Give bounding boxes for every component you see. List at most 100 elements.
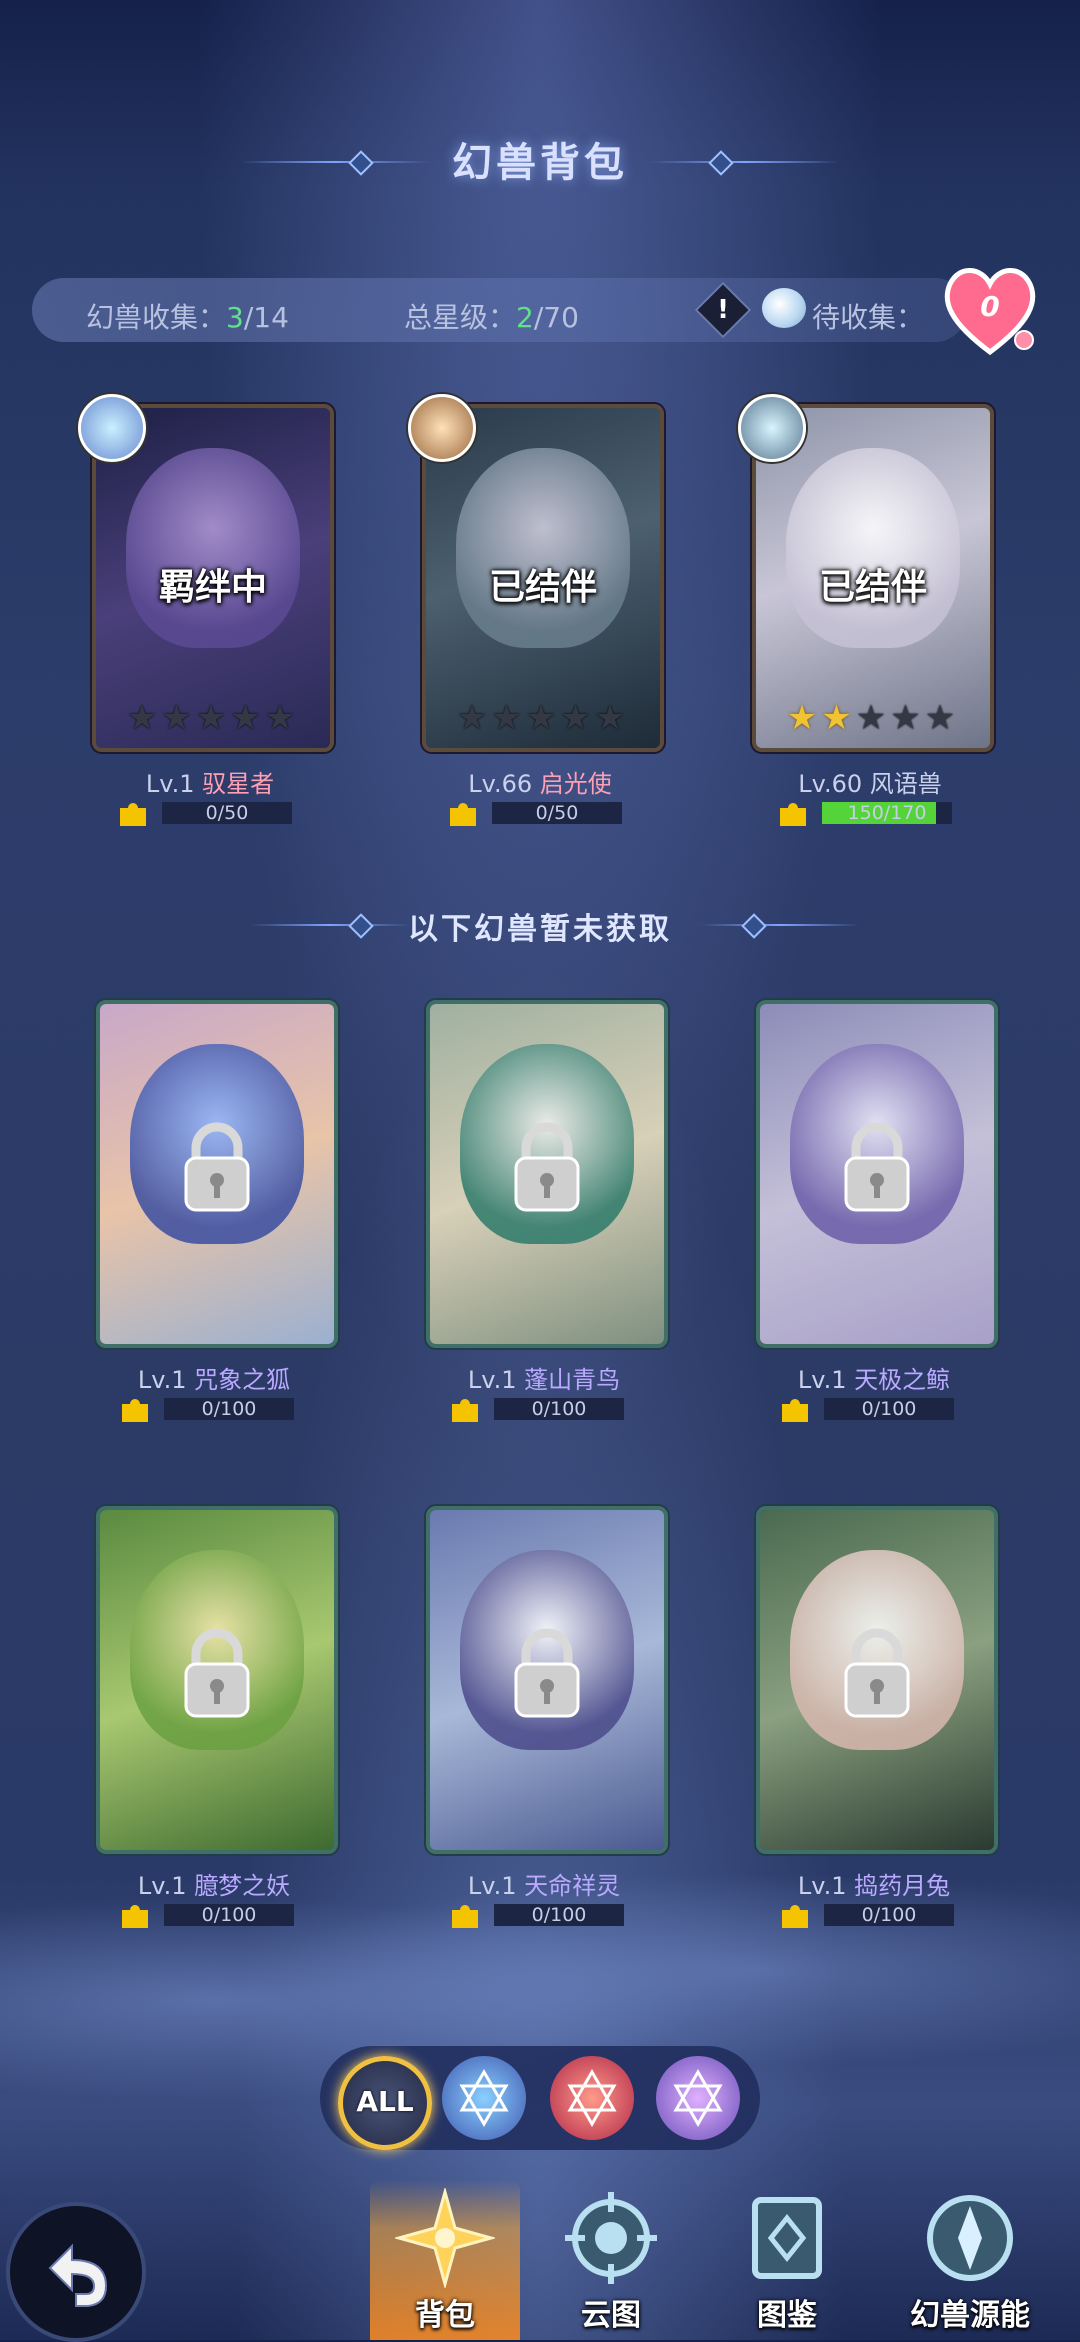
progress-text: 0/50 bbox=[205, 802, 249, 824]
filter-red-button[interactable] bbox=[550, 2056, 634, 2140]
beast-level: Lv.1 bbox=[137, 1366, 187, 1394]
avatar bbox=[408, 394, 476, 462]
tab-codex-label: 图鉴 bbox=[757, 2298, 817, 2333]
progress-bar: 0/50 bbox=[162, 802, 292, 824]
star-hexagram-blue-icon bbox=[459, 2069, 509, 2127]
beast-level: Lv.1 bbox=[797, 1872, 847, 1900]
beast-name: 咒象之狐 bbox=[194, 1366, 291, 1394]
tab-cloud-map[interactable]: 云图 bbox=[536, 2180, 686, 2340]
beast-title: Lv.60 风语兽 bbox=[720, 764, 1020, 799]
collect-total: /14 bbox=[243, 301, 289, 334]
beast-title: Lv.1 臆梦之妖 bbox=[64, 1866, 364, 1901]
beast-title: Lv.1 驭星者 bbox=[60, 764, 360, 799]
progress-bar: 0/100 bbox=[494, 1398, 624, 1420]
fragment-progress: 0/100 bbox=[450, 1904, 630, 1928]
beast-title: Lv.1 捣药月兔 bbox=[724, 1866, 1024, 1901]
tab-cloud-map-label: 云图 bbox=[581, 2298, 641, 2333]
beast-name: 启光使 bbox=[539, 770, 612, 798]
beast-level: Lv.66 bbox=[468, 770, 533, 798]
puzzle-piece-icon bbox=[780, 803, 806, 826]
beast-name: 天命祥灵 bbox=[524, 1872, 621, 1900]
beast-title: Lv.1 蓬山青鸟 bbox=[394, 1360, 694, 1395]
lock-icon bbox=[844, 1122, 910, 1212]
puzzle-piece-icon bbox=[450, 803, 476, 826]
fragment-progress: 0/100 bbox=[780, 1398, 960, 1422]
progress-text: 0/100 bbox=[531, 1904, 587, 1926]
bond-status: 已结伴 bbox=[818, 567, 927, 608]
page-title: 幻兽背包 bbox=[452, 140, 628, 186]
collect-label: 幻兽收集： bbox=[86, 301, 227, 334]
progress-bar: 150/170 bbox=[822, 802, 952, 824]
beast-name: 蓬山青鸟 bbox=[524, 1366, 621, 1394]
progress-text: 0/100 bbox=[201, 1398, 257, 1420]
beast-card-locked[interactable] bbox=[426, 1506, 668, 1854]
progress-bar: 0/100 bbox=[494, 1904, 624, 1926]
beast-figure bbox=[456, 448, 630, 648]
progress-text: 0/100 bbox=[861, 1398, 917, 1420]
lock-icon bbox=[184, 1628, 250, 1718]
fragment-progress: 0/50 bbox=[118, 802, 298, 826]
star-hexagram-purple-icon bbox=[673, 2069, 723, 2127]
progress-text: 150/170 bbox=[847, 802, 927, 824]
beast-title: Lv.66 启光使 bbox=[390, 764, 690, 799]
fragment-progress: 0/50 bbox=[448, 802, 628, 826]
beast-card-locked[interactable] bbox=[96, 1000, 338, 1348]
crest-emblem-icon bbox=[927, 2195, 1013, 2281]
progress-text: 0/100 bbox=[861, 1904, 917, 1926]
progress-bar: 0/100 bbox=[164, 1398, 294, 1420]
bond-status: 羁绊中 bbox=[158, 567, 267, 608]
star-rating: ★★★★★ bbox=[786, 698, 960, 738]
filter-blue-button[interactable] bbox=[442, 2056, 526, 2140]
filter-all-label: ALL bbox=[356, 2085, 414, 2118]
filter-purple-button[interactable] bbox=[656, 2056, 740, 2140]
collect-owned: 3 bbox=[226, 301, 244, 334]
star-label: 总星级： bbox=[404, 301, 517, 334]
beast-figure bbox=[786, 448, 960, 648]
target-emblem-icon bbox=[565, 2192, 657, 2284]
beast-title: Lv.1 天命祥灵 bbox=[394, 1866, 694, 1901]
tab-bag-label: 背包 bbox=[415, 2298, 475, 2333]
tab-beast-source[interactable]: 幻兽源能 bbox=[880, 2180, 1060, 2340]
avatar bbox=[78, 394, 146, 462]
tab-codex[interactable]: 图鉴 bbox=[712, 2180, 862, 2340]
fragment-progress: 0/100 bbox=[120, 1904, 300, 1928]
beast-level: Lv.1 bbox=[145, 770, 195, 798]
beast-card-locked[interactable] bbox=[756, 1000, 998, 1348]
beast-name: 臆梦之妖 bbox=[194, 1872, 291, 1900]
back-button[interactable] bbox=[6, 2202, 146, 2342]
beast-name: 捣药月兔 bbox=[854, 1872, 951, 1900]
beast-card-locked[interactable] bbox=[756, 1506, 998, 1854]
fragment-progress: 0/100 bbox=[120, 1398, 300, 1422]
puzzle-piece-icon bbox=[120, 803, 146, 826]
beast-level: Lv.1 bbox=[467, 1872, 517, 1900]
egg-icon bbox=[762, 288, 806, 328]
beast-figure bbox=[126, 448, 300, 648]
puzzle-piece-icon bbox=[452, 1905, 478, 1928]
lock-icon bbox=[514, 1122, 580, 1212]
heart-counter-button[interactable]: 0 bbox=[940, 262, 1040, 358]
puzzle-piece-icon bbox=[782, 1905, 808, 1928]
compass-star-icon bbox=[395, 2188, 495, 2288]
progress-bar: 0/100 bbox=[824, 1904, 954, 1926]
star-total: /70 bbox=[533, 301, 579, 334]
book-emblem-icon bbox=[752, 2197, 822, 2279]
beast-card-locked[interactable] bbox=[426, 1000, 668, 1348]
beast-name: 天极之鲸 bbox=[854, 1366, 951, 1394]
filter-all-button[interactable]: ALL bbox=[338, 2056, 432, 2150]
title-deco-right bbox=[650, 161, 840, 163]
progress-bar: 0/100 bbox=[824, 1398, 954, 1420]
lock-icon bbox=[184, 1122, 250, 1212]
puzzle-piece-icon bbox=[122, 1905, 148, 1928]
back-arrow-icon bbox=[48, 2243, 108, 2307]
pending-label: 待收集： bbox=[812, 301, 925, 334]
beast-card-locked[interactable] bbox=[96, 1506, 338, 1854]
tab-bag[interactable]: 背包 bbox=[370, 2180, 520, 2340]
puzzle-piece-icon bbox=[782, 1399, 808, 1422]
puzzle-piece-icon bbox=[122, 1399, 148, 1422]
progress-text: 0/100 bbox=[201, 1904, 257, 1926]
beast-level: Lv.1 bbox=[137, 1872, 187, 1900]
section-title: 以下幻兽暂未获取 bbox=[408, 912, 672, 947]
beast-title: Lv.1 咒象之狐 bbox=[64, 1360, 364, 1395]
beast-level: Lv.60 bbox=[798, 770, 863, 798]
star-stat: 总星级：2/70 bbox=[404, 296, 579, 336]
